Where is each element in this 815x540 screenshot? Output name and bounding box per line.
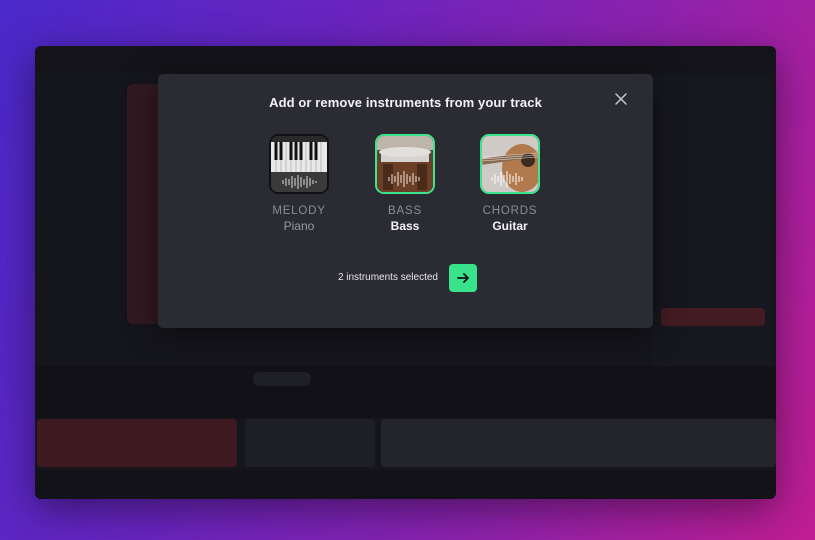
instrument-name-label: Piano <box>283 219 315 233</box>
selection-count-text: 2 instruments selected <box>337 272 438 283</box>
piano-keys-image <box>271 136 327 192</box>
modal-title: Add or remove instruments from your trac… <box>269 95 542 110</box>
guitar-thumbnail <box>480 134 540 194</box>
modal-footer: 2 instruments selected <box>158 264 653 292</box>
next-button[interactable] <box>449 264 477 292</box>
instrument-card-chords[interactable]: CHORDS Guitar <box>465 134 555 233</box>
instrument-list: MELODY Piano BASS Bass CHORDS Guitar <box>158 134 653 244</box>
instrument-category-label: MELODY <box>272 205 326 217</box>
close-button[interactable] <box>611 89 631 109</box>
instrument-category-label: CHORDS <box>482 205 538 217</box>
bass-thumbnail <box>375 134 435 194</box>
close-icon <box>615 93 627 105</box>
instrument-name-label: Bass <box>390 219 420 233</box>
acoustic-guitar-image <box>482 136 538 192</box>
bass-instrument-image <box>377 136 433 192</box>
arrow-right-icon <box>457 273 469 283</box>
instrument-category-label: BASS <box>388 205 422 217</box>
instrument-name-label: Guitar <box>492 219 528 233</box>
instrument-card-bass[interactable]: BASS Bass <box>360 134 450 233</box>
instrument-card-melody[interactable]: MELODY Piano <box>254 134 344 233</box>
instruments-modal: Add or remove instruments from your trac… <box>158 74 653 328</box>
app-window: Add or remove instruments from your trac… <box>35 46 776 499</box>
piano-thumbnail <box>269 134 329 194</box>
